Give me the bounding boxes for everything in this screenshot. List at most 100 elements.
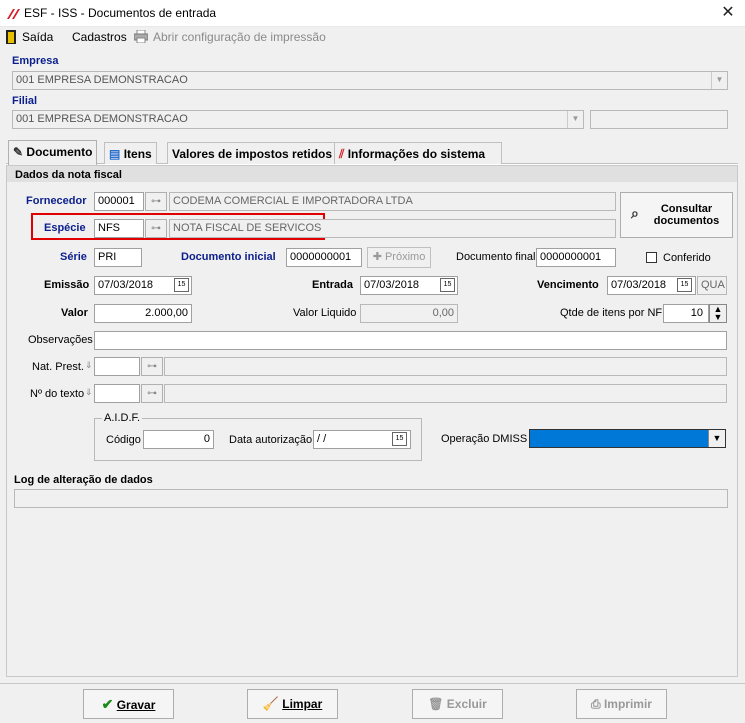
valor-liquido-label: Valor Liquido xyxy=(293,307,357,319)
aidf-codigo-input[interactable]: 0 xyxy=(143,430,214,449)
tab-valores-impostos[interactable]: Valores de impostos retidos xyxy=(167,142,338,164)
consultar-documentos-button[interactable]: ⌕ Consultar documentos xyxy=(620,192,733,238)
operacao-dmiss-select[interactable] xyxy=(529,429,726,448)
trash-icon: 🗑 xyxy=(428,697,444,711)
chevron-down-icon[interactable]: ▼ xyxy=(567,111,583,128)
section-title: Dados da nota fiscal xyxy=(15,169,122,181)
calendar-icon[interactable]: 15 xyxy=(440,278,455,292)
vencimento-label: Vencimento xyxy=(537,279,599,291)
excluir-button[interactable]: 🗑 Excluir xyxy=(412,689,503,719)
emissao-label: Emissão xyxy=(44,279,90,291)
documento-final-input[interactable]: 0000000001 xyxy=(536,248,616,267)
valor-input[interactable]: 2.000,00 xyxy=(94,304,192,323)
menu-cadastros[interactable]: Cadastros xyxy=(72,30,127,44)
conferido-label: Conferido xyxy=(663,252,711,264)
menu-abrir-configuracao[interactable]: Abrir configuração de impressão xyxy=(153,30,326,44)
list-icon: ▤ xyxy=(109,147,121,161)
empresa-select[interactable]: 001 EMPRESA DEMONSTRACAO xyxy=(12,71,728,90)
gravar-label: Gravar xyxy=(116,698,156,712)
emissao-value: 07/03/2018 xyxy=(98,279,154,291)
lookup-arrow-icon: ⇓ xyxy=(85,360,93,370)
aidf-data-value: / / xyxy=(317,433,327,445)
empresa-value: 001 EMPRESA DEMONSTRACAO xyxy=(16,74,188,86)
documento-final-label: Documento final xyxy=(456,251,536,263)
binoculars-icon[interactable]: ⊶ xyxy=(141,384,163,403)
plus-icon: ✚ xyxy=(372,251,382,263)
gravar-button[interactable]: ✔ Gravar xyxy=(83,689,174,719)
printer-icon xyxy=(134,30,148,43)
title-bar: ESF - ISS - Documentos de entrada ✕ xyxy=(0,0,745,27)
spinner-icon[interactable]: ▲ ▼ xyxy=(709,304,727,323)
tab-itens-label: Itens xyxy=(123,147,152,161)
binoculars-icon[interactable]: ⊶ xyxy=(145,192,167,211)
num-texto-input[interactable] xyxy=(94,384,140,403)
calendar-icon[interactable]: 15 xyxy=(174,278,189,292)
num-texto-label: Nº do texto xyxy=(30,388,85,400)
excluir-label: Excluir xyxy=(446,697,487,711)
serie-input[interactable]: PRI xyxy=(94,248,142,267)
vencimento-weekday: QUA xyxy=(697,276,727,295)
tab-informacoes[interactable]: ⫽ Informações do sistema xyxy=(334,142,502,164)
consultar-line2: documentos xyxy=(653,215,720,227)
aidf-codigo-label: Código xyxy=(106,434,141,446)
binoculars-icon[interactable]: ⊶ xyxy=(145,219,167,238)
nat-prest-label: Nat. Prest. xyxy=(32,361,84,373)
fornecedor-code-input[interactable]: 000001 xyxy=(94,192,144,211)
exit-door-icon xyxy=(6,30,16,44)
conferido-checkbox[interactable] xyxy=(646,252,657,263)
valor-label: Valor xyxy=(61,307,88,319)
checkmark-icon: ✔ xyxy=(101,696,114,712)
observacoes-label: Observações xyxy=(28,334,93,346)
printer-icon: ⎙ xyxy=(591,697,601,711)
filial-label: Filial xyxy=(12,95,38,107)
tab-itens[interactable]: ▤ Itens xyxy=(104,142,157,164)
nat-prest-input[interactable] xyxy=(94,357,140,376)
binoculars-icon[interactable]: ⊶ xyxy=(141,357,163,376)
aidf-data-label: Data autorização xyxy=(229,434,313,446)
proximo-button[interactable]: ✚ Próximo xyxy=(367,247,431,268)
empresa-label: Empresa xyxy=(12,55,59,67)
close-icon[interactable]: ✕ xyxy=(718,3,738,23)
log-label: Log de alteração de dados xyxy=(14,474,153,486)
num-texto-description xyxy=(164,384,727,403)
log-field xyxy=(14,489,728,508)
tab-documento[interactable]: ✎ Documento xyxy=(8,140,98,165)
calendar-icon[interactable]: 15 xyxy=(677,278,692,292)
observacoes-input[interactable] xyxy=(94,331,727,350)
app-logo-icon: ⫽ xyxy=(339,147,345,161)
tab-valores-label: Valores de impostos retidos xyxy=(172,147,333,161)
calendar-icon[interactable]: 15 xyxy=(392,432,407,446)
valor-liquido-field: 0,00 xyxy=(360,304,458,323)
app-logo-icon xyxy=(7,9,20,19)
qtde-itens-input[interactable]: 10 xyxy=(663,304,709,323)
search-document-icon: ⌕ xyxy=(631,205,639,221)
serie-label: Série xyxy=(60,251,87,263)
limpar-button[interactable]: 🧹 Limpar xyxy=(247,689,338,719)
window-title: ESF - ISS - Documentos de entrada xyxy=(24,6,217,20)
nat-prest-description xyxy=(164,357,727,376)
operacao-dmiss-label: Operação DMISS xyxy=(441,433,528,445)
chevron-down-icon[interactable]: ▼ xyxy=(708,430,725,447)
especie-code-input[interactable]: NFS xyxy=(94,219,144,238)
lookup-arrow-icon: ⇓ xyxy=(85,387,93,397)
fornecedor-label: Fornecedor xyxy=(26,195,87,207)
consultar-line1: Consultar xyxy=(660,203,713,215)
broom-icon: 🧹 xyxy=(262,696,279,711)
especie-label: Espécie xyxy=(44,222,86,234)
filial-extra-field xyxy=(590,110,728,129)
entrada-value: 07/03/2018 xyxy=(364,279,420,291)
documento-inicial-label: Documento inicial xyxy=(181,251,276,263)
fornecedor-name-field: CODEMA COMERCIAL E IMPORTADORA LTDA xyxy=(169,192,616,211)
vencimento-value: 07/03/2018 xyxy=(611,279,667,291)
chevron-down-icon[interactable]: ▼ xyxy=(711,72,727,89)
documento-inicial-input[interactable]: 0000000001 xyxy=(286,248,362,267)
aidf-legend: A.I.D.F. xyxy=(102,412,143,424)
filial-value: 001 EMPRESA DEMONSTRACAO xyxy=(16,113,188,125)
limpar-label: Limpar xyxy=(282,697,323,711)
proximo-label: Próximo xyxy=(384,251,426,263)
menu-saida[interactable]: Saída xyxy=(22,30,53,44)
filial-select[interactable]: 001 EMPRESA DEMONSTRACAO xyxy=(12,110,584,129)
imprimir-button[interactable]: ⎙ Imprimir xyxy=(576,689,667,719)
imprimir-label: Imprimir xyxy=(603,697,652,711)
menu-bar: Saída Cadastros Abrir configuração de im… xyxy=(0,27,745,47)
